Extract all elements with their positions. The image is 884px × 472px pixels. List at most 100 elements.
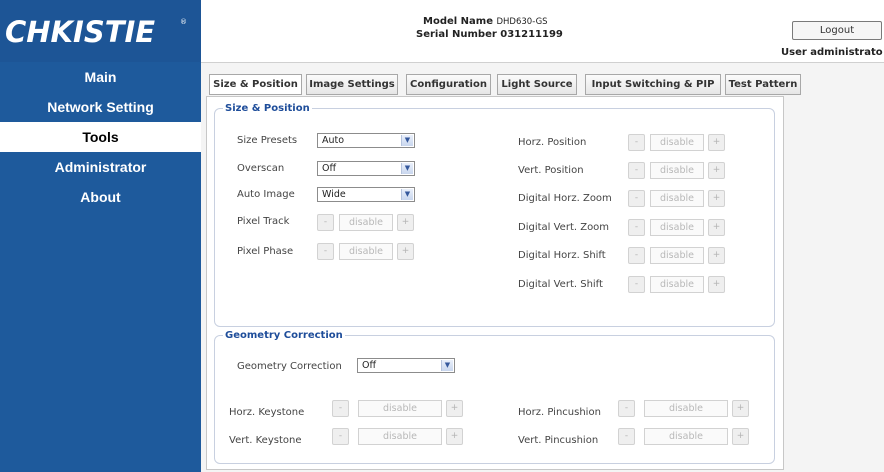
auto-image-value: Wide xyxy=(322,189,346,200)
pixel-phase-value: disable xyxy=(339,243,393,260)
digital-horz-zoom-plus-button[interactable]: + xyxy=(708,190,725,207)
digital-horz-zoom-minus-button[interactable]: - xyxy=(628,190,645,207)
overscan-value: Off xyxy=(322,163,337,174)
pixel-track-value: disable xyxy=(339,214,393,231)
pixel-track-stepper: - disable + xyxy=(317,214,417,231)
horz-position-minus-button[interactable]: - xyxy=(628,134,645,151)
size-presets-value: Auto xyxy=(322,135,345,146)
auto-image-select[interactable]: Wide ▼ xyxy=(317,187,415,202)
overscan-select[interactable]: Off ▼ xyxy=(317,161,415,176)
size-position-legend: Size & Position xyxy=(225,103,310,114)
horz-pincushion-value: disable xyxy=(644,400,728,417)
digital-horz-shift-plus-button[interactable]: + xyxy=(708,247,725,264)
digital-horz-shift-stepper: - disable + xyxy=(628,247,728,264)
horz-position-value: disable xyxy=(650,134,704,151)
pixel-phase-label: Pixel Phase xyxy=(237,246,294,257)
digital-horz-zoom-stepper: - disable + xyxy=(628,190,728,207)
vert-pincushion-stepper: - disable + xyxy=(618,428,758,445)
nav-item-administrator[interactable]: Administrator xyxy=(0,152,201,182)
pixel-phase-plus-button[interactable]: + xyxy=(397,243,414,260)
tab-configuration[interactable]: Configuration xyxy=(406,74,491,95)
digital-vert-zoom-label: Digital Vert. Zoom xyxy=(518,222,610,233)
vert-position-plus-button[interactable]: + xyxy=(708,162,725,179)
pixel-track-label: Pixel Track xyxy=(237,216,290,227)
horz-keystone-plus-button[interactable]: + xyxy=(446,400,463,417)
horz-pincushion-stepper: - disable + xyxy=(618,400,758,417)
horz-keystone-stepper: - disable + xyxy=(332,400,472,417)
vert-keystone-label: Vert. Keystone xyxy=(229,435,302,446)
horz-position-plus-button[interactable]: + xyxy=(708,134,725,151)
nav-item-about[interactable]: About xyxy=(0,182,201,212)
nav-item-network-setting[interactable]: Network Setting xyxy=(0,92,201,122)
vert-pincushion-value: disable xyxy=(644,428,728,445)
digital-vert-zoom-plus-button[interactable]: + xyxy=(708,219,725,236)
serial-number-label: Serial Number xyxy=(416,29,497,40)
pixel-phase-minus-button[interactable]: - xyxy=(317,243,334,260)
vert-position-stepper: - disable + xyxy=(628,162,728,179)
vert-pincushion-label: Vert. Pincushion xyxy=(518,435,599,446)
horz-keystone-label: Horz. Keystone xyxy=(229,407,305,418)
nav-item-main[interactable]: Main xyxy=(0,62,201,92)
vert-keystone-plus-button[interactable]: + xyxy=(446,428,463,445)
logout-button[interactable]: Logout xyxy=(792,21,882,40)
digital-vert-zoom-stepper: - disable + xyxy=(628,219,728,236)
tab-input-switching-pip[interactable]: Input Switching & PIP xyxy=(585,74,721,95)
digital-vert-zoom-value: disable xyxy=(650,219,704,236)
horz-keystone-value: disable xyxy=(358,400,442,417)
tab-light-source[interactable]: Light Source xyxy=(497,74,577,95)
geometry-correction-select[interactable]: Off ▼ xyxy=(357,358,455,373)
pixel-track-plus-button[interactable]: + xyxy=(397,214,414,231)
serial-number-value: 031211199 xyxy=(500,29,563,40)
model-name-line: Model Name DHD630-GS xyxy=(423,16,548,27)
digital-horz-shift-value: disable xyxy=(650,247,704,264)
digital-horz-shift-minus-button[interactable]: - xyxy=(628,247,645,264)
user-label: User administrato xyxy=(781,47,883,58)
registered-mark: ® xyxy=(180,18,187,26)
model-name-value: DHD630-GS xyxy=(496,17,548,27)
vert-pincushion-minus-button[interactable]: - xyxy=(618,428,635,445)
chevron-down-icon: ▼ xyxy=(401,189,413,200)
geometry-correction-legend: Geometry Correction xyxy=(225,330,343,341)
auto-image-label: Auto Image xyxy=(237,189,295,200)
christie-logo: CHKISTIE ® xyxy=(0,0,201,62)
digital-vert-shift-plus-button[interactable]: + xyxy=(708,276,725,293)
vert-keystone-minus-button[interactable]: - xyxy=(332,428,349,445)
nav-item-tools[interactable]: Tools xyxy=(0,122,201,152)
geometry-correction-value: Off xyxy=(362,360,377,371)
horz-pincushion-plus-button[interactable]: + xyxy=(732,400,749,417)
horz-pincushion-label: Horz. Pincushion xyxy=(518,407,601,418)
digital-vert-shift-value: disable xyxy=(650,276,704,293)
horz-keystone-minus-button[interactable]: - xyxy=(332,400,349,417)
sidebar: CHKISTIE ® Main Network Setting Tools Ad… xyxy=(0,0,201,472)
vert-keystone-value: disable xyxy=(358,428,442,445)
digital-horz-shift-label: Digital Horz. Shift xyxy=(518,250,606,261)
digital-vert-shift-minus-button[interactable]: - xyxy=(628,276,645,293)
horz-position-stepper: - disable + xyxy=(628,134,728,151)
vert-position-minus-button[interactable]: - xyxy=(628,162,645,179)
vert-keystone-stepper: - disable + xyxy=(332,428,472,445)
digital-vert-zoom-minus-button[interactable]: - xyxy=(628,219,645,236)
geometry-correction-label: Geometry Correction xyxy=(237,361,342,372)
header: Model Name DHD630-GS Serial Number 03121… xyxy=(201,0,884,62)
overscan-label: Overscan xyxy=(237,163,285,174)
digital-horz-zoom-label: Digital Horz. Zoom xyxy=(518,193,612,204)
pixel-track-minus-button[interactable]: - xyxy=(317,214,334,231)
horz-position-label: Horz. Position xyxy=(518,137,587,148)
model-name-label: Model Name xyxy=(423,16,493,27)
pixel-phase-stepper: - disable + xyxy=(317,243,417,260)
chevron-down-icon: ▼ xyxy=(441,360,453,371)
chevron-down-icon: ▼ xyxy=(401,163,413,174)
tab-test-pattern[interactable]: Test Pattern xyxy=(725,74,801,95)
horz-pincushion-minus-button[interactable]: - xyxy=(618,400,635,417)
size-presets-label: Size Presets xyxy=(237,135,298,146)
tab-image-settings[interactable]: Image Settings xyxy=(306,74,398,95)
size-presets-select[interactable]: Auto ▼ xyxy=(317,133,415,148)
digital-vert-shift-stepper: - disable + xyxy=(628,276,728,293)
tab-size-position[interactable]: Size & Position xyxy=(209,74,302,95)
digital-vert-shift-label: Digital Vert. Shift xyxy=(518,279,603,290)
tab-content-panel: Size & Position Size Presets Auto ▼ Over… xyxy=(206,96,784,470)
chevron-down-icon: ▼ xyxy=(401,135,413,146)
vert-position-value: disable xyxy=(650,162,704,179)
logo-text: CHKISTIE xyxy=(5,15,156,49)
vert-pincushion-plus-button[interactable]: + xyxy=(732,428,749,445)
